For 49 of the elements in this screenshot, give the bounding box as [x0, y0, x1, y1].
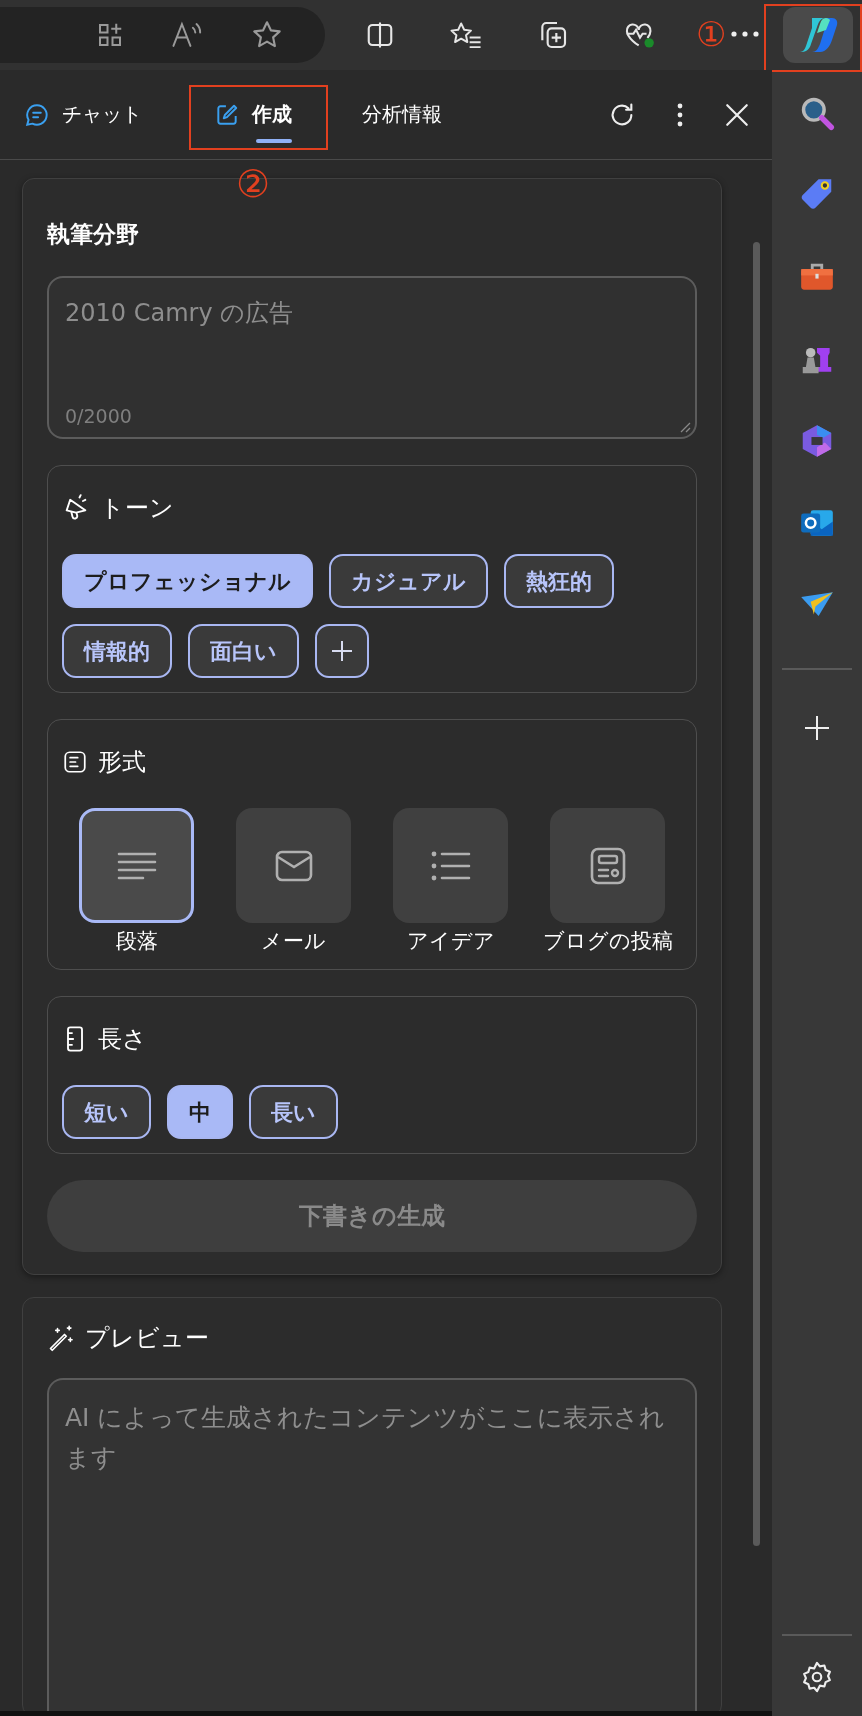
tone-chip[interactable]: 熱狂的	[504, 554, 614, 608]
chat-icon	[24, 101, 50, 128]
more-options-button[interactable]	[676, 101, 684, 128]
format-label: 段落	[115, 928, 158, 955]
section-title: プレビュー	[85, 1323, 209, 1354]
tone-chip[interactable]: カジュアル	[329, 554, 488, 608]
close-button[interactable]	[724, 101, 750, 128]
split-screen-icon[interactable]	[365, 20, 395, 50]
more-icon[interactable]	[730, 30, 760, 38]
format-tile[interactable]	[550, 808, 665, 923]
favorites-icon[interactable]	[449, 20, 483, 50]
topic-field[interactable]: 2010 Camry の広告 0/2000	[47, 276, 697, 439]
panel-tab[interactable]: 作成	[188, 82, 316, 147]
settings-button[interactable]	[800, 1660, 834, 1694]
annotation-number: ①	[696, 14, 727, 54]
tone-chip[interactable]: プロフェッショナル	[62, 554, 313, 608]
add-icon	[331, 640, 353, 662]
format-label: ブログの投稿	[542, 928, 673, 955]
format-label: メール	[261, 928, 326, 955]
length-chip[interactable]: 中	[167, 1085, 233, 1139]
section-title: 形式	[98, 747, 146, 778]
add-button[interactable]	[803, 714, 831, 742]
format-tile[interactable]	[236, 808, 351, 923]
resize-grip-icon[interactable]	[679, 421, 691, 433]
magic-wand-icon	[47, 1324, 75, 1352]
section-title: トーン	[100, 493, 174, 524]
document-icon	[62, 749, 88, 775]
panel-tab[interactable]: チャット	[24, 82, 142, 147]
format-tile[interactable]	[393, 808, 508, 923]
paragraph-icon	[116, 850, 157, 881]
bullet-list-icon	[430, 850, 471, 881]
copilot-button[interactable]	[783, 7, 853, 63]
character-counter: 0/2000	[65, 405, 133, 427]
tone-chip[interactable]: 情報的	[62, 624, 172, 678]
annotation-number: ②	[236, 162, 271, 206]
panel-tab[interactable]: 分析情報	[362, 82, 442, 147]
tone-chip[interactable]: 面白い	[188, 624, 299, 678]
section-title: 執筆分野	[47, 220, 140, 249]
format-tile[interactable]	[79, 808, 194, 923]
placeholder-text: AI によって生成されたコンテンツがここに表示されます	[65, 1402, 667, 1474]
scrollbar-thumb[interactable]	[753, 242, 760, 1546]
add-tone-button[interactable]	[315, 624, 369, 678]
section-title: 長さ	[98, 1024, 147, 1055]
length-chip[interactable]: 長い	[249, 1085, 338, 1139]
blog-post-icon	[589, 846, 626, 885]
length-chip[interactable]: 短い	[62, 1085, 151, 1139]
envelope-icon	[274, 849, 313, 882]
format-label: アイデア	[406, 928, 495, 955]
placeholder-text: 2010 Camry の広告	[65, 298, 295, 329]
